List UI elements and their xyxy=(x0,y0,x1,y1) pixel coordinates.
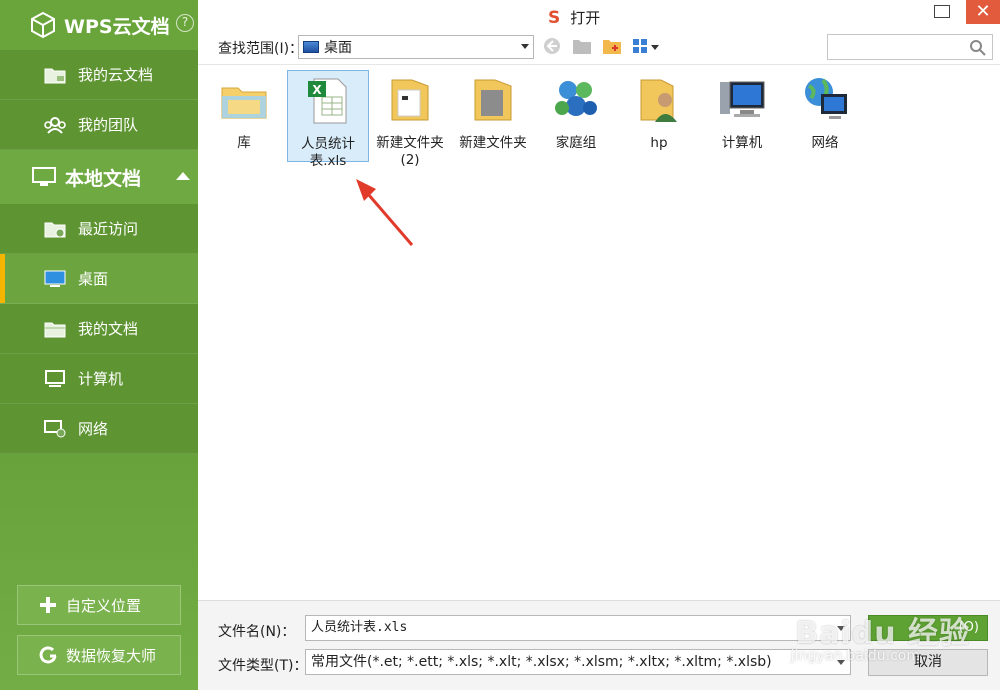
sidebar-item-computer[interactable]: 计算机 xyxy=(0,354,198,404)
desktop-icon xyxy=(303,41,319,53)
file-item-homegroup[interactable]: 家庭组 xyxy=(535,70,617,162)
dialog-title: S 打开 xyxy=(548,7,600,28)
filetype-select[interactable]: 常用文件(*.et; *.ett; *.xls; *.xlt; *.xlsx; … xyxy=(305,649,851,675)
folder-icon xyxy=(474,79,512,121)
annotation-arrow-icon xyxy=(356,179,414,246)
close-button[interactable]: ✕ xyxy=(966,0,1000,24)
search-icon xyxy=(970,40,986,56)
help-icon[interactable]: ? xyxy=(176,14,194,32)
sidebar-item-my-documents[interactable]: 我的文档 xyxy=(0,304,198,354)
look-in-value: 桌面 xyxy=(324,40,352,56)
maximize-button[interactable] xyxy=(934,5,950,18)
sidebar-item-desktop[interactable]: 桌面 xyxy=(0,254,198,304)
file-name: 网络 xyxy=(811,135,839,151)
file-item-network[interactable]: 网络 xyxy=(784,70,866,162)
local-docs-title: 本地文档 xyxy=(65,167,142,190)
file-item-new-folder-2[interactable]: 新建文件夹 (2) xyxy=(369,70,451,168)
sidebar-item-label: 我的云文档 xyxy=(78,66,154,84)
file-name: 新建文件夹 (2) xyxy=(376,135,444,168)
sidebar: WPS云文档 ? 我的云文档 我的团队 本地文档 最近访问 桌面 我的文档 计算… xyxy=(0,0,198,690)
svg-text:X: X xyxy=(312,83,322,97)
up-folder-icon[interactable] xyxy=(572,37,592,55)
dialog-title-text: 打开 xyxy=(570,9,601,27)
cube-logo-icon xyxy=(31,11,55,39)
file-item-xls[interactable]: X 人员统计表.xls xyxy=(287,70,369,169)
view-menu-icon[interactable] xyxy=(632,37,660,55)
watermark-url: jingyan.baidu.com xyxy=(790,648,920,664)
back-icon[interactable] xyxy=(542,36,562,56)
file-name: 计算机 xyxy=(721,135,763,151)
team-icon xyxy=(44,116,66,134)
user-folder-icon xyxy=(640,79,677,122)
recovery-icon xyxy=(39,646,57,664)
file-item-hp[interactable]: hp xyxy=(618,70,700,162)
sidebar-item-network[interactable]: 网络 xyxy=(0,404,198,454)
sidebar-item-label: 计算机 xyxy=(78,370,124,388)
collapse-caret-icon[interactable] xyxy=(176,172,190,180)
monitor-icon xyxy=(32,167,56,186)
desktop-icon xyxy=(44,270,66,287)
computer-icon xyxy=(720,81,765,117)
sidebar-item-my-cloud-docs[interactable]: 我的云文档 xyxy=(0,50,198,100)
filename-value: 人员统计表.xls xyxy=(311,620,408,635)
library-icon xyxy=(221,87,267,119)
computer-icon xyxy=(45,369,65,387)
file-name: 库 xyxy=(237,135,251,151)
network-icon xyxy=(44,419,66,437)
sidebar-header: WPS云文档 ? xyxy=(0,0,198,50)
sidebar-item-recent[interactable]: 最近访问 xyxy=(0,204,198,254)
homegroup-icon xyxy=(555,81,597,116)
look-in-combo[interactable]: 桌面 xyxy=(298,35,534,59)
file-name: 新建文件夹 xyxy=(459,135,527,151)
file-name: 家庭组 xyxy=(555,135,597,151)
look-in-label: 查找范围(I)： xyxy=(218,41,304,57)
sidebar-item-label: 桌面 xyxy=(78,270,109,288)
documents-folder-icon xyxy=(44,322,66,337)
sidebar-item-label: 我的团队 xyxy=(78,116,139,134)
chevron-down-icon xyxy=(521,44,529,49)
local-docs-section[interactable]: 本地文档 xyxy=(0,150,198,204)
file-name: hp xyxy=(650,135,668,151)
sidebar-item-label: 我的文档 xyxy=(78,320,139,338)
brand-title: WPS云文档 xyxy=(64,15,170,38)
data-recovery-button[interactable]: 数据恢复大师 xyxy=(17,635,181,675)
dialog-titlebar: S 打开 ✕ xyxy=(198,0,1000,32)
data-recovery-label: 数据恢复大师 xyxy=(66,646,157,665)
file-name: 人员统计表.xls xyxy=(301,136,355,169)
excel-file-icon: X xyxy=(308,78,347,124)
toolbar: 查找范围(I)： 桌面 xyxy=(198,32,1000,64)
filetype-label: 文件类型(T)： xyxy=(218,658,308,674)
sidebar-item-label: 最近访问 xyxy=(78,220,139,238)
plus-icon xyxy=(40,597,56,613)
cloud-folder-icon xyxy=(44,68,66,83)
custom-location-label: 自定义位置 xyxy=(66,596,142,615)
sidebar-item-label: 网络 xyxy=(78,420,109,438)
sidebar-item-my-team[interactable]: 我的团队 xyxy=(0,100,198,150)
custom-location-button[interactable]: 自定义位置 xyxy=(17,585,181,625)
toolbar-icons xyxy=(542,36,660,56)
filename-label: 文件名(N)： xyxy=(218,624,296,640)
wps-logo-icon: S xyxy=(548,7,561,28)
new-folder-icon[interactable] xyxy=(602,37,622,55)
recent-folder-icon xyxy=(44,222,66,237)
file-item-computer[interactable]: 计算机 xyxy=(701,70,783,162)
file-item-new-folder[interactable]: 新建文件夹 xyxy=(452,70,534,162)
file-item-library[interactable]: 库 xyxy=(203,70,285,162)
network-icon xyxy=(805,78,847,119)
filetype-value: 常用文件(*.et; *.ett; *.xls; *.xlt; *.xlsx; … xyxy=(311,654,772,670)
file-list: 库 X 人员统计表.xls 新建文件夹 (2) 新建文件夹 家庭组 hp 计算机… xyxy=(198,64,1000,599)
folder-icon xyxy=(391,79,429,121)
watermark-logo: Baidu 经验 xyxy=(795,616,970,651)
filename-input[interactable]: 人员统计表.xls xyxy=(305,615,851,641)
search-input[interactable] xyxy=(827,34,993,60)
